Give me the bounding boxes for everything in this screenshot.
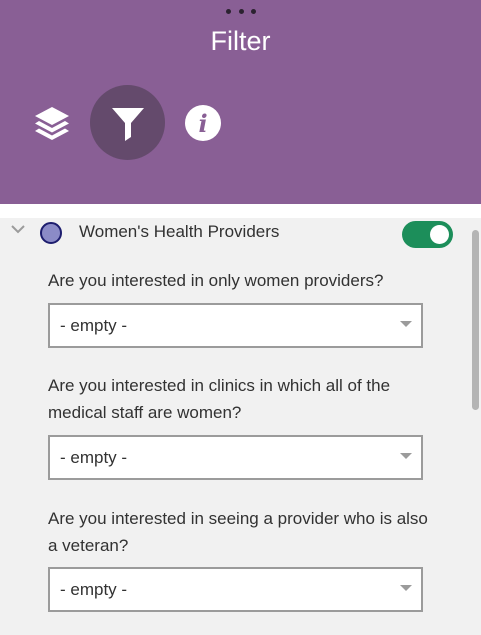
panel-header: Filter i (0, 0, 481, 204)
filter-select[interactable]: - empty - (48, 567, 423, 612)
chevron-down-icon (400, 585, 412, 591)
layers-icon (35, 107, 69, 140)
drag-dot (251, 8, 256, 14)
scrollbar[interactable] (469, 218, 481, 635)
filter-select[interactable]: - empty - (48, 435, 423, 480)
select-value: - empty - (60, 316, 128, 335)
layer-row: Women's Health Providers (0, 218, 469, 250)
filter-icon (111, 107, 144, 141)
tab-filter[interactable] (90, 85, 165, 160)
panel-title: Filter (210, 26, 271, 56)
filter-panel: Filter i Women's Health Providers Are yo… (0, 0, 481, 635)
filter-select[interactable]: - empty - (48, 303, 423, 348)
drag-handle[interactable] (226, 7, 256, 15)
chevron-down-icon (400, 321, 412, 327)
drag-dot (238, 8, 244, 14)
select-value: - empty - (60, 448, 128, 467)
filter-question: Are you interested in seeing a provider … (48, 509, 428, 555)
select-value: - empty - (60, 580, 128, 599)
toggle-knob (430, 225, 449, 244)
layer-color-swatch (40, 222, 62, 244)
scrollbar-thumb[interactable] (472, 230, 479, 410)
layer-name: Women's Health Providers (79, 222, 280, 241)
chevron-down-icon[interactable] (10, 222, 26, 236)
drag-dot (226, 8, 231, 14)
tab-info[interactable]: i (182, 102, 224, 144)
chevron-down-icon (400, 453, 412, 459)
filter-question: Are you interested in only women provide… (48, 271, 384, 290)
info-icon: i (185, 105, 221, 141)
filter-question: Are you interested in clinics in which a… (48, 376, 391, 422)
layer-toggle[interactable] (402, 221, 453, 248)
tab-layers[interactable] (28, 100, 76, 148)
filter-content: Women's Health Providers Are you interes… (0, 218, 469, 635)
